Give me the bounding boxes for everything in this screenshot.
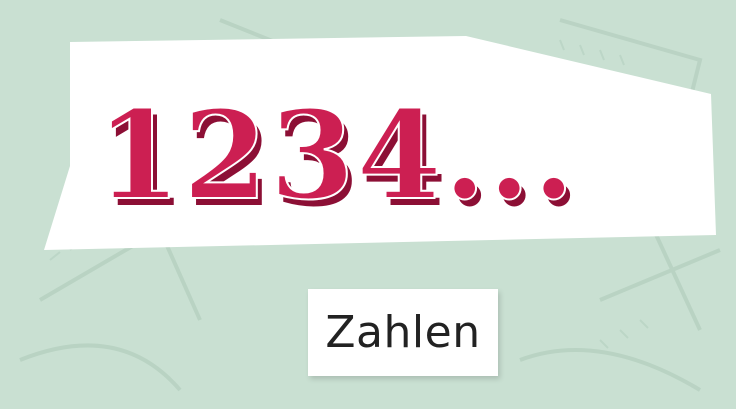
headline-numerals: 1234... [96, 83, 577, 227]
label-text: Zahlen [325, 307, 481, 358]
label-box: Zahlen [308, 289, 498, 376]
